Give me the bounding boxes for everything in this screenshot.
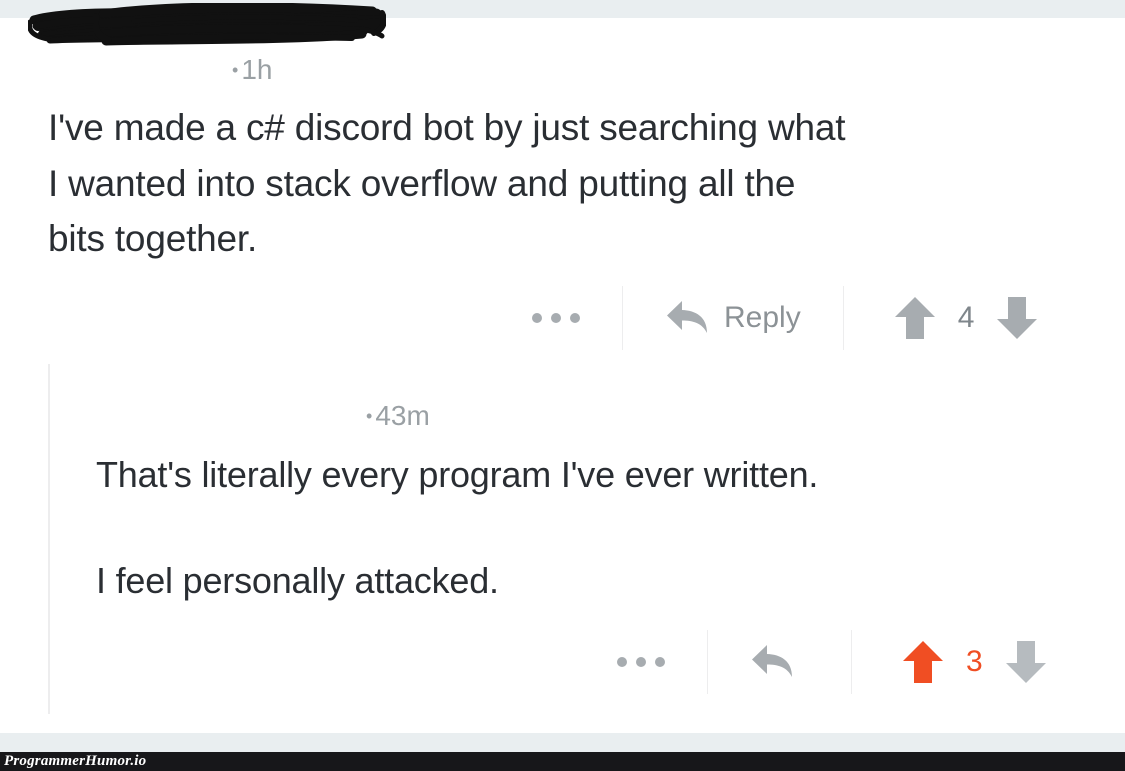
comment-timestamp: 1h bbox=[241, 54, 273, 85]
vote-controls: 4 bbox=[844, 286, 1039, 350]
reply-button[interactable] bbox=[708, 630, 851, 694]
more-options-button[interactable] bbox=[490, 286, 622, 350]
arrow-down-icon[interactable] bbox=[996, 295, 1038, 341]
ellipsis-dot bbox=[551, 313, 561, 323]
arrow-up-icon[interactable] bbox=[894, 295, 936, 341]
comment-action-bar: Reply 4 bbox=[490, 286, 1090, 350]
ellipsis-dot bbox=[636, 657, 646, 667]
reply-body-paragraph: That's literally every program I've ever… bbox=[96, 454, 819, 495]
ellipsis-dot bbox=[570, 313, 580, 323]
reply-arrow-icon bbox=[750, 642, 796, 682]
vote-count: 3 bbox=[966, 645, 983, 678]
redacted-username-scribble bbox=[94, 3, 386, 47]
more-options-button[interactable] bbox=[575, 630, 707, 694]
vote-count: 4 bbox=[957, 301, 975, 334]
ellipsis-icon[interactable] bbox=[575, 657, 707, 667]
comment-body-line: I wanted into stack overflow and putting… bbox=[48, 162, 796, 204]
reply-button-label: Reply bbox=[724, 301, 801, 334]
arrow-down-icon[interactable] bbox=[1005, 639, 1047, 685]
thread-collapse-line[interactable] bbox=[48, 364, 50, 714]
reply-action-bar: 3 bbox=[575, 630, 1090, 694]
reply-body-text: That's literally every program I've ever… bbox=[96, 448, 1096, 608]
comment-body-text: I've made a c# discord bot by just searc… bbox=[48, 100, 1088, 267]
meta-separator-dot: • bbox=[366, 405, 373, 426]
ellipsis-icon[interactable] bbox=[490, 313, 622, 323]
reply-body-paragraph: I feel personally attacked. bbox=[96, 560, 499, 601]
arrow-up-icon[interactable] bbox=[902, 639, 944, 685]
comment-body-line: I've made a c# discord bot by just searc… bbox=[48, 107, 846, 148]
reply-arrow-icon bbox=[665, 298, 711, 338]
watermark-label: ProgrammerHumor.io bbox=[4, 753, 147, 769]
meta-separator-dot: • bbox=[232, 59, 239, 80]
watermark-bar: ProgrammerHumor.io bbox=[0, 752, 1125, 771]
comment-meta-row: • 1h bbox=[232, 56, 272, 84]
reply-timestamp: 43m bbox=[375, 400, 430, 431]
ellipsis-dot bbox=[655, 657, 665, 667]
comment-body-line: bits together. bbox=[48, 218, 258, 259]
ellipsis-dot bbox=[617, 657, 627, 667]
reply-meta-row: • 43m bbox=[366, 402, 430, 430]
vote-controls: 3 bbox=[852, 630, 1047, 694]
bottom-background-band bbox=[0, 733, 1125, 752]
reply-button[interactable]: Reply bbox=[623, 286, 843, 350]
ellipsis-dot bbox=[532, 313, 542, 323]
